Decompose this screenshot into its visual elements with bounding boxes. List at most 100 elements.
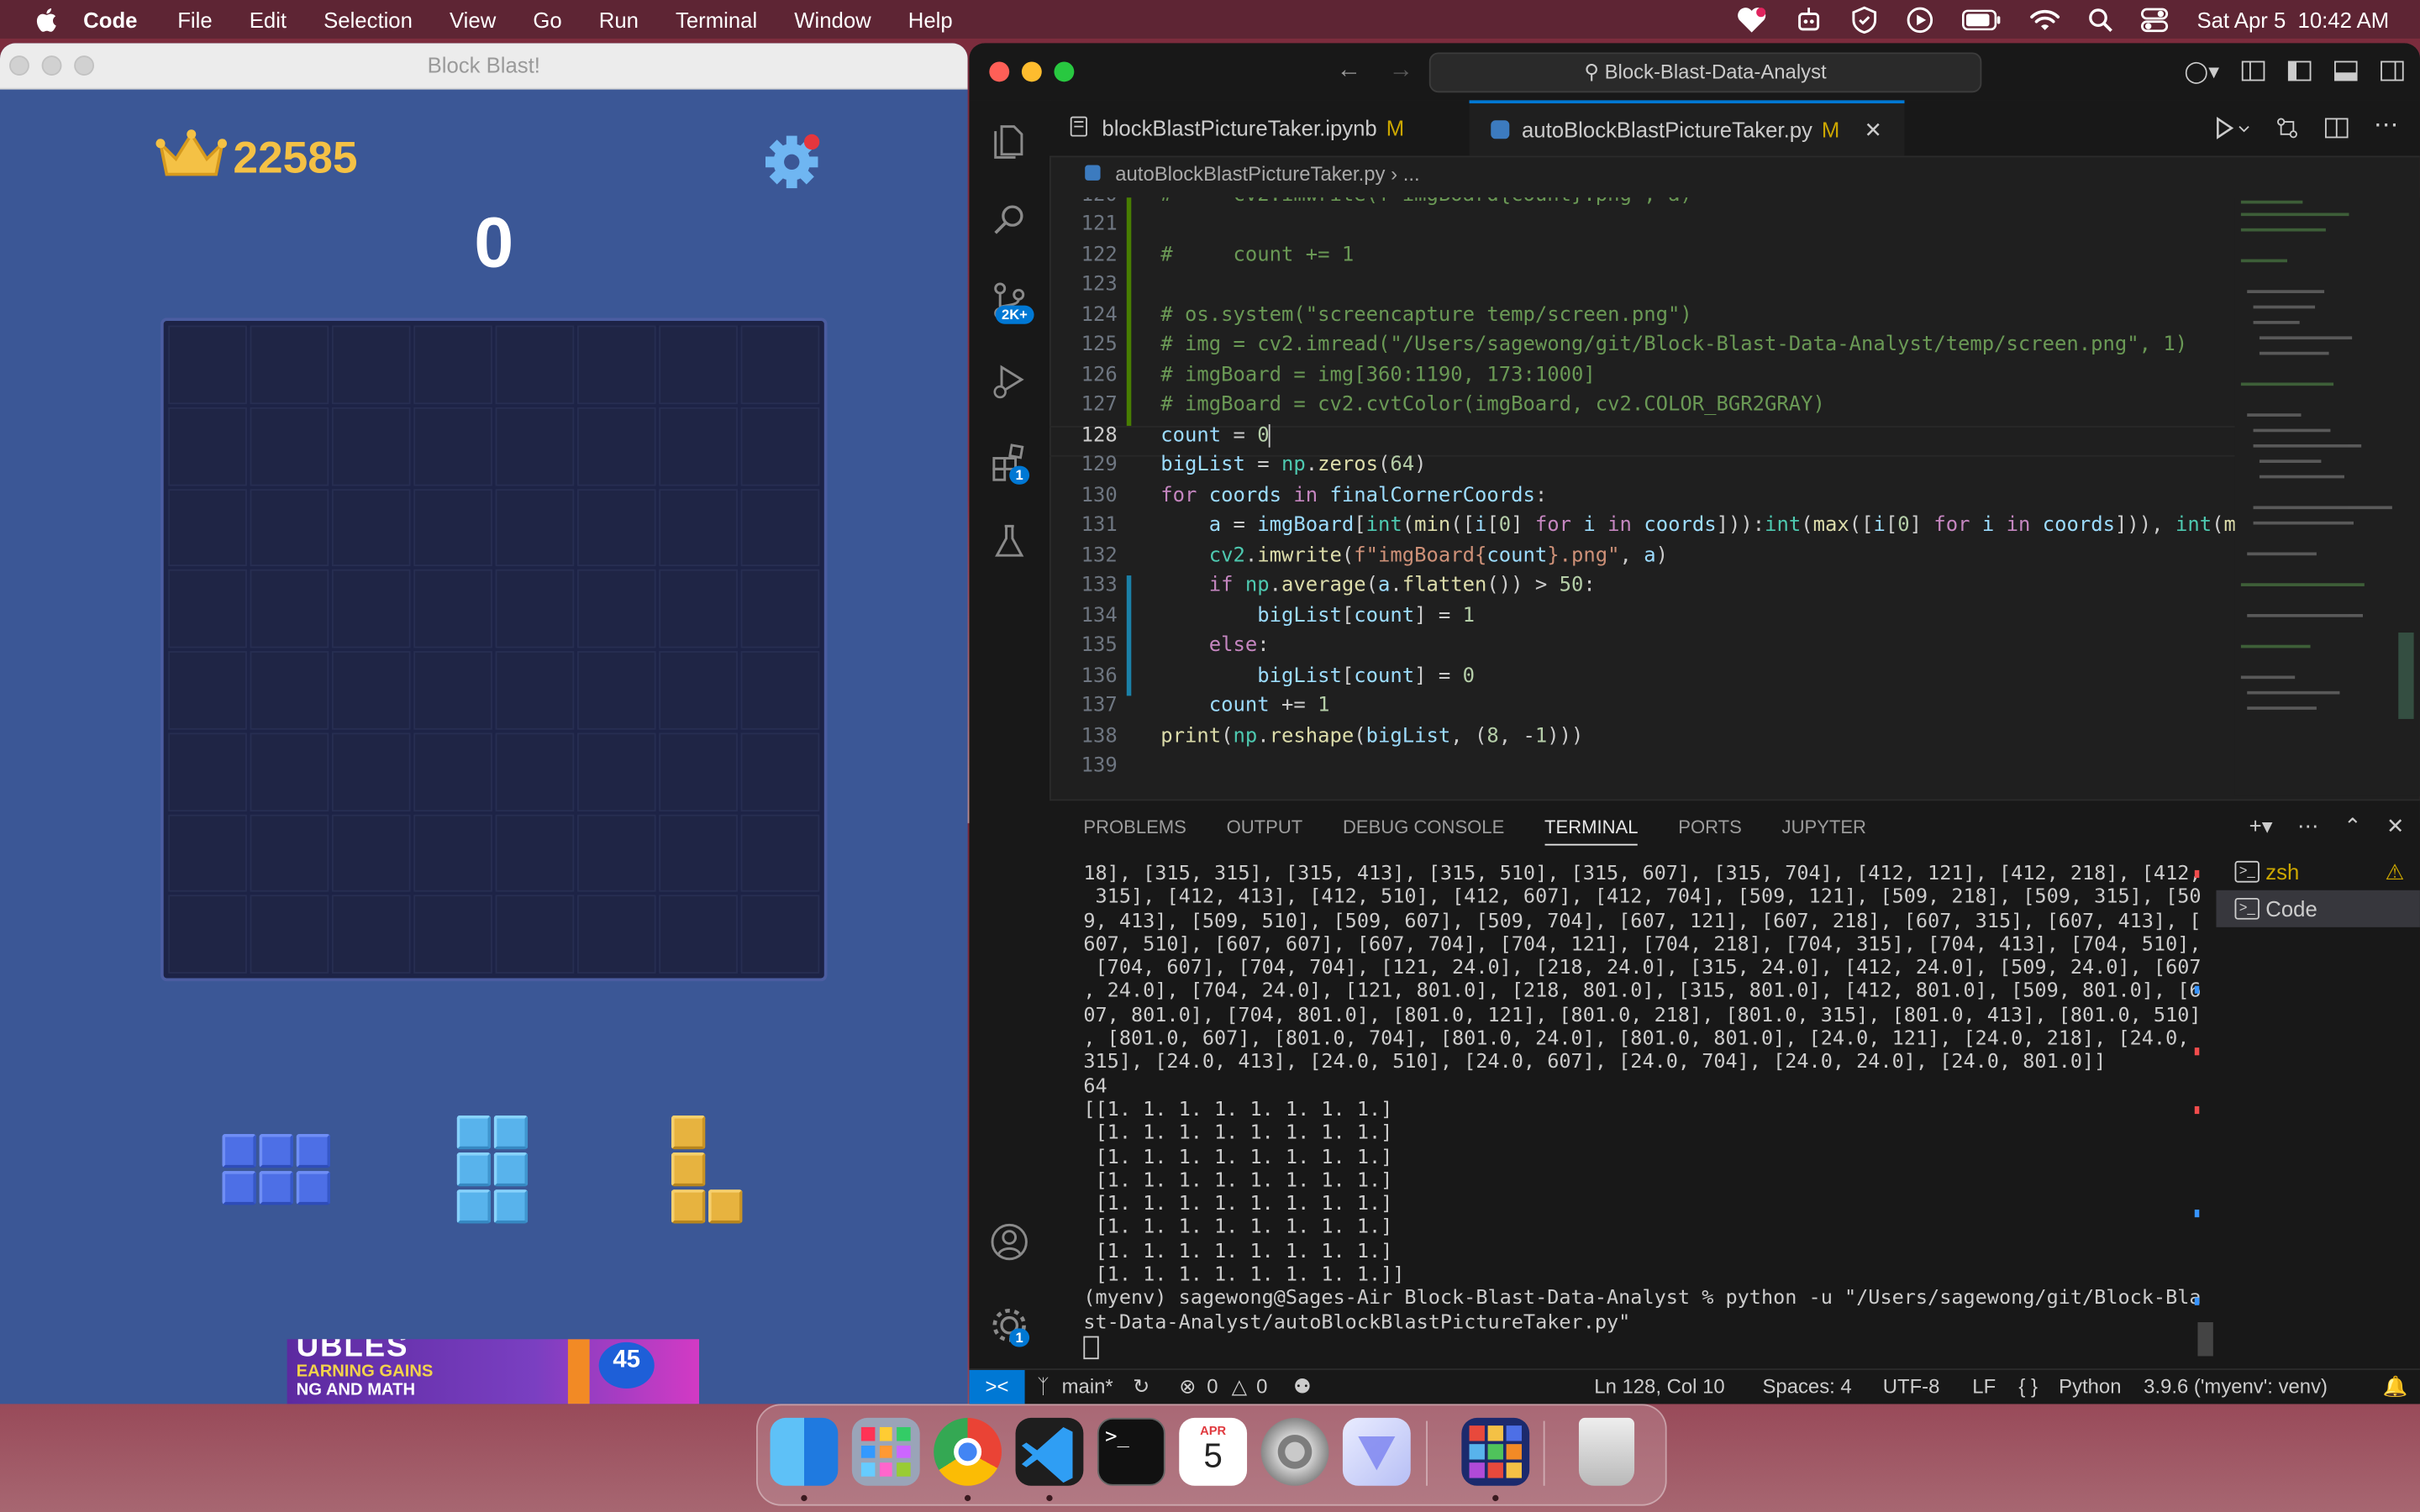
board-cell[interactable] (659, 732, 738, 811)
finder-icon[interactable] (770, 1417, 839, 1486)
testing-flask-icon[interactable] (987, 520, 1030, 563)
board-cell[interactable] (659, 895, 738, 974)
warning-count[interactable]: 0 (1256, 1374, 1267, 1398)
board-cell[interactable] (740, 407, 820, 486)
menu-help[interactable]: Help (908, 7, 953, 31)
board-cell[interactable] (331, 407, 411, 486)
board-cell[interactable] (495, 325, 575, 404)
board-cell[interactable] (413, 407, 492, 486)
board-cell[interactable] (168, 570, 247, 648)
board-cell[interactable] (250, 651, 329, 730)
menu-view[interactable]: View (450, 7, 496, 31)
menu-terminal[interactable]: Terminal (676, 7, 757, 31)
tab-debug-console[interactable]: DEBUG CONSOLE (1343, 816, 1504, 846)
new-terminal-icon[interactable]: +▾ (2249, 813, 2273, 839)
board-cell[interactable] (331, 651, 411, 730)
tab-jupyter[interactable]: JUPYTER (1782, 816, 1866, 846)
board-cell[interactable] (659, 651, 738, 730)
board-cell[interactable] (168, 325, 247, 404)
board-cell[interactable] (331, 732, 411, 811)
board-cell[interactable] (576, 407, 656, 486)
board-cell[interactable] (413, 488, 492, 567)
piece-cyan-3x2[interactable] (456, 1115, 531, 1226)
robot-icon[interactable] (1796, 5, 1823, 33)
board-cell[interactable] (331, 895, 411, 974)
calendar-icon[interactable]: APR 5 (1179, 1417, 1248, 1486)
board-cell[interactable] (331, 325, 411, 404)
board-cell[interactable] (331, 570, 411, 648)
scroll-thumb[interactable] (2197, 1322, 2213, 1357)
indentation[interactable]: Spaces: 4 (1763, 1374, 1852, 1398)
code-editor[interactable]: 120 # cv2.imwrite(f"imgBoard{count}.png"… (1049, 197, 2235, 796)
tab-blockblastpicturetaker-ipynb[interactable]: blockBlastPictureTaker.ipynb M (1050, 100, 1470, 155)
chrome-icon[interactable] (934, 1417, 1002, 1486)
terminal-scrollbar[interactable] (2194, 863, 2217, 1357)
line-ending[interactable]: LF (1972, 1374, 1996, 1398)
command-center-search[interactable]: ⚲ Block-Blast-Data-Analyst (1428, 52, 1982, 93)
board-cell[interactable] (576, 895, 656, 974)
system-settings-icon[interactable] (1260, 1417, 1329, 1486)
board-cell[interactable] (495, 407, 575, 486)
maximize-panel-icon[interactable]: ⌃ (2344, 813, 2362, 839)
trash-icon[interactable] (1578, 1417, 1635, 1486)
tab-ports[interactable]: PORTS (1678, 816, 1742, 846)
board-cell[interactable] (413, 813, 492, 893)
board-cell[interactable] (250, 813, 329, 893)
run-file-icon[interactable] (2213, 116, 2250, 140)
board-cell[interactable] (576, 813, 656, 893)
block-blast-app-icon[interactable] (1461, 1417, 1530, 1486)
menu-file[interactable]: File (177, 7, 212, 31)
board-cell[interactable] (168, 895, 247, 974)
board-cell[interactable] (250, 488, 329, 567)
board-cell[interactable] (576, 732, 656, 811)
zoom-button[interactable] (1054, 61, 1075, 82)
board-cell[interactable] (250, 570, 329, 648)
breadcrumb-file[interactable]: autoBlockBlastPictureTaker.py (1115, 162, 1385, 186)
tab-output[interactable]: OUTPUT (1227, 816, 1303, 846)
board-cell[interactable] (740, 488, 820, 567)
customize-layout-icon[interactable] (2241, 59, 2265, 83)
encoding[interactable]: UTF-8 (1883, 1374, 1940, 1398)
shortcuts-icon[interactable] (1342, 1417, 1411, 1486)
wifi-icon[interactable] (2030, 7, 2061, 31)
board-cell[interactable] (168, 651, 247, 730)
sync-icon[interactable]: ↻ (1133, 1374, 1150, 1399)
board-cell[interactable] (740, 651, 820, 730)
more-actions-icon[interactable]: ⋯ (2297, 813, 2319, 839)
board-cell[interactable] (413, 570, 492, 648)
minimize-button[interactable] (1021, 61, 1042, 82)
board-cell[interactable] (495, 813, 575, 893)
vpn-shield-icon[interactable] (1851, 5, 1879, 34)
terminal-output[interactable]: 18], [315, 315], [315, 413], [315, 510],… (1083, 863, 2201, 1335)
board-cell[interactable] (331, 488, 411, 567)
board-cell[interactable] (740, 813, 820, 893)
language-mode[interactable]: Python (2059, 1374, 2121, 1398)
cursor-position[interactable]: Ln 128, Col 10 (1594, 1374, 1724, 1398)
remote-indicator-icon[interactable]: >< (969, 1369, 1025, 1404)
back-arrow-icon[interactable]: ← (1337, 57, 1361, 83)
menu-clock[interactable]: Sat Apr 5 10:42 AM (2196, 7, 2389, 31)
menu-selection[interactable]: Selection (324, 7, 413, 31)
board-cell[interactable] (413, 651, 492, 730)
launchpad-icon[interactable] (851, 1417, 920, 1486)
breadcrumb-more[interactable]: ... (1403, 162, 1420, 186)
board-cell[interactable] (413, 732, 492, 811)
close-button[interactable] (989, 61, 1010, 82)
board-cell[interactable] (740, 895, 820, 974)
board-cell[interactable] (659, 407, 738, 486)
board-cell[interactable] (168, 488, 247, 567)
board-cell[interactable] (331, 813, 411, 893)
menu-run[interactable]: Run (599, 7, 639, 31)
notifications-bell-icon[interactable]: 🔔 (2383, 1374, 2408, 1399)
board-cell[interactable] (250, 895, 329, 974)
board-cell[interactable] (250, 407, 329, 486)
board-cell[interactable] (659, 325, 738, 404)
tab-problems[interactable]: PROBLEMS (1083, 816, 1186, 846)
board-cell[interactable] (576, 325, 656, 404)
error-count[interactable]: 0 (1207, 1374, 1218, 1398)
board-cell[interactable] (495, 732, 575, 811)
board-cell[interactable] (659, 570, 738, 648)
board-cell[interactable] (413, 325, 492, 404)
piece-blue-2x3[interactable] (222, 1133, 333, 1208)
board-cell[interactable] (576, 570, 656, 648)
